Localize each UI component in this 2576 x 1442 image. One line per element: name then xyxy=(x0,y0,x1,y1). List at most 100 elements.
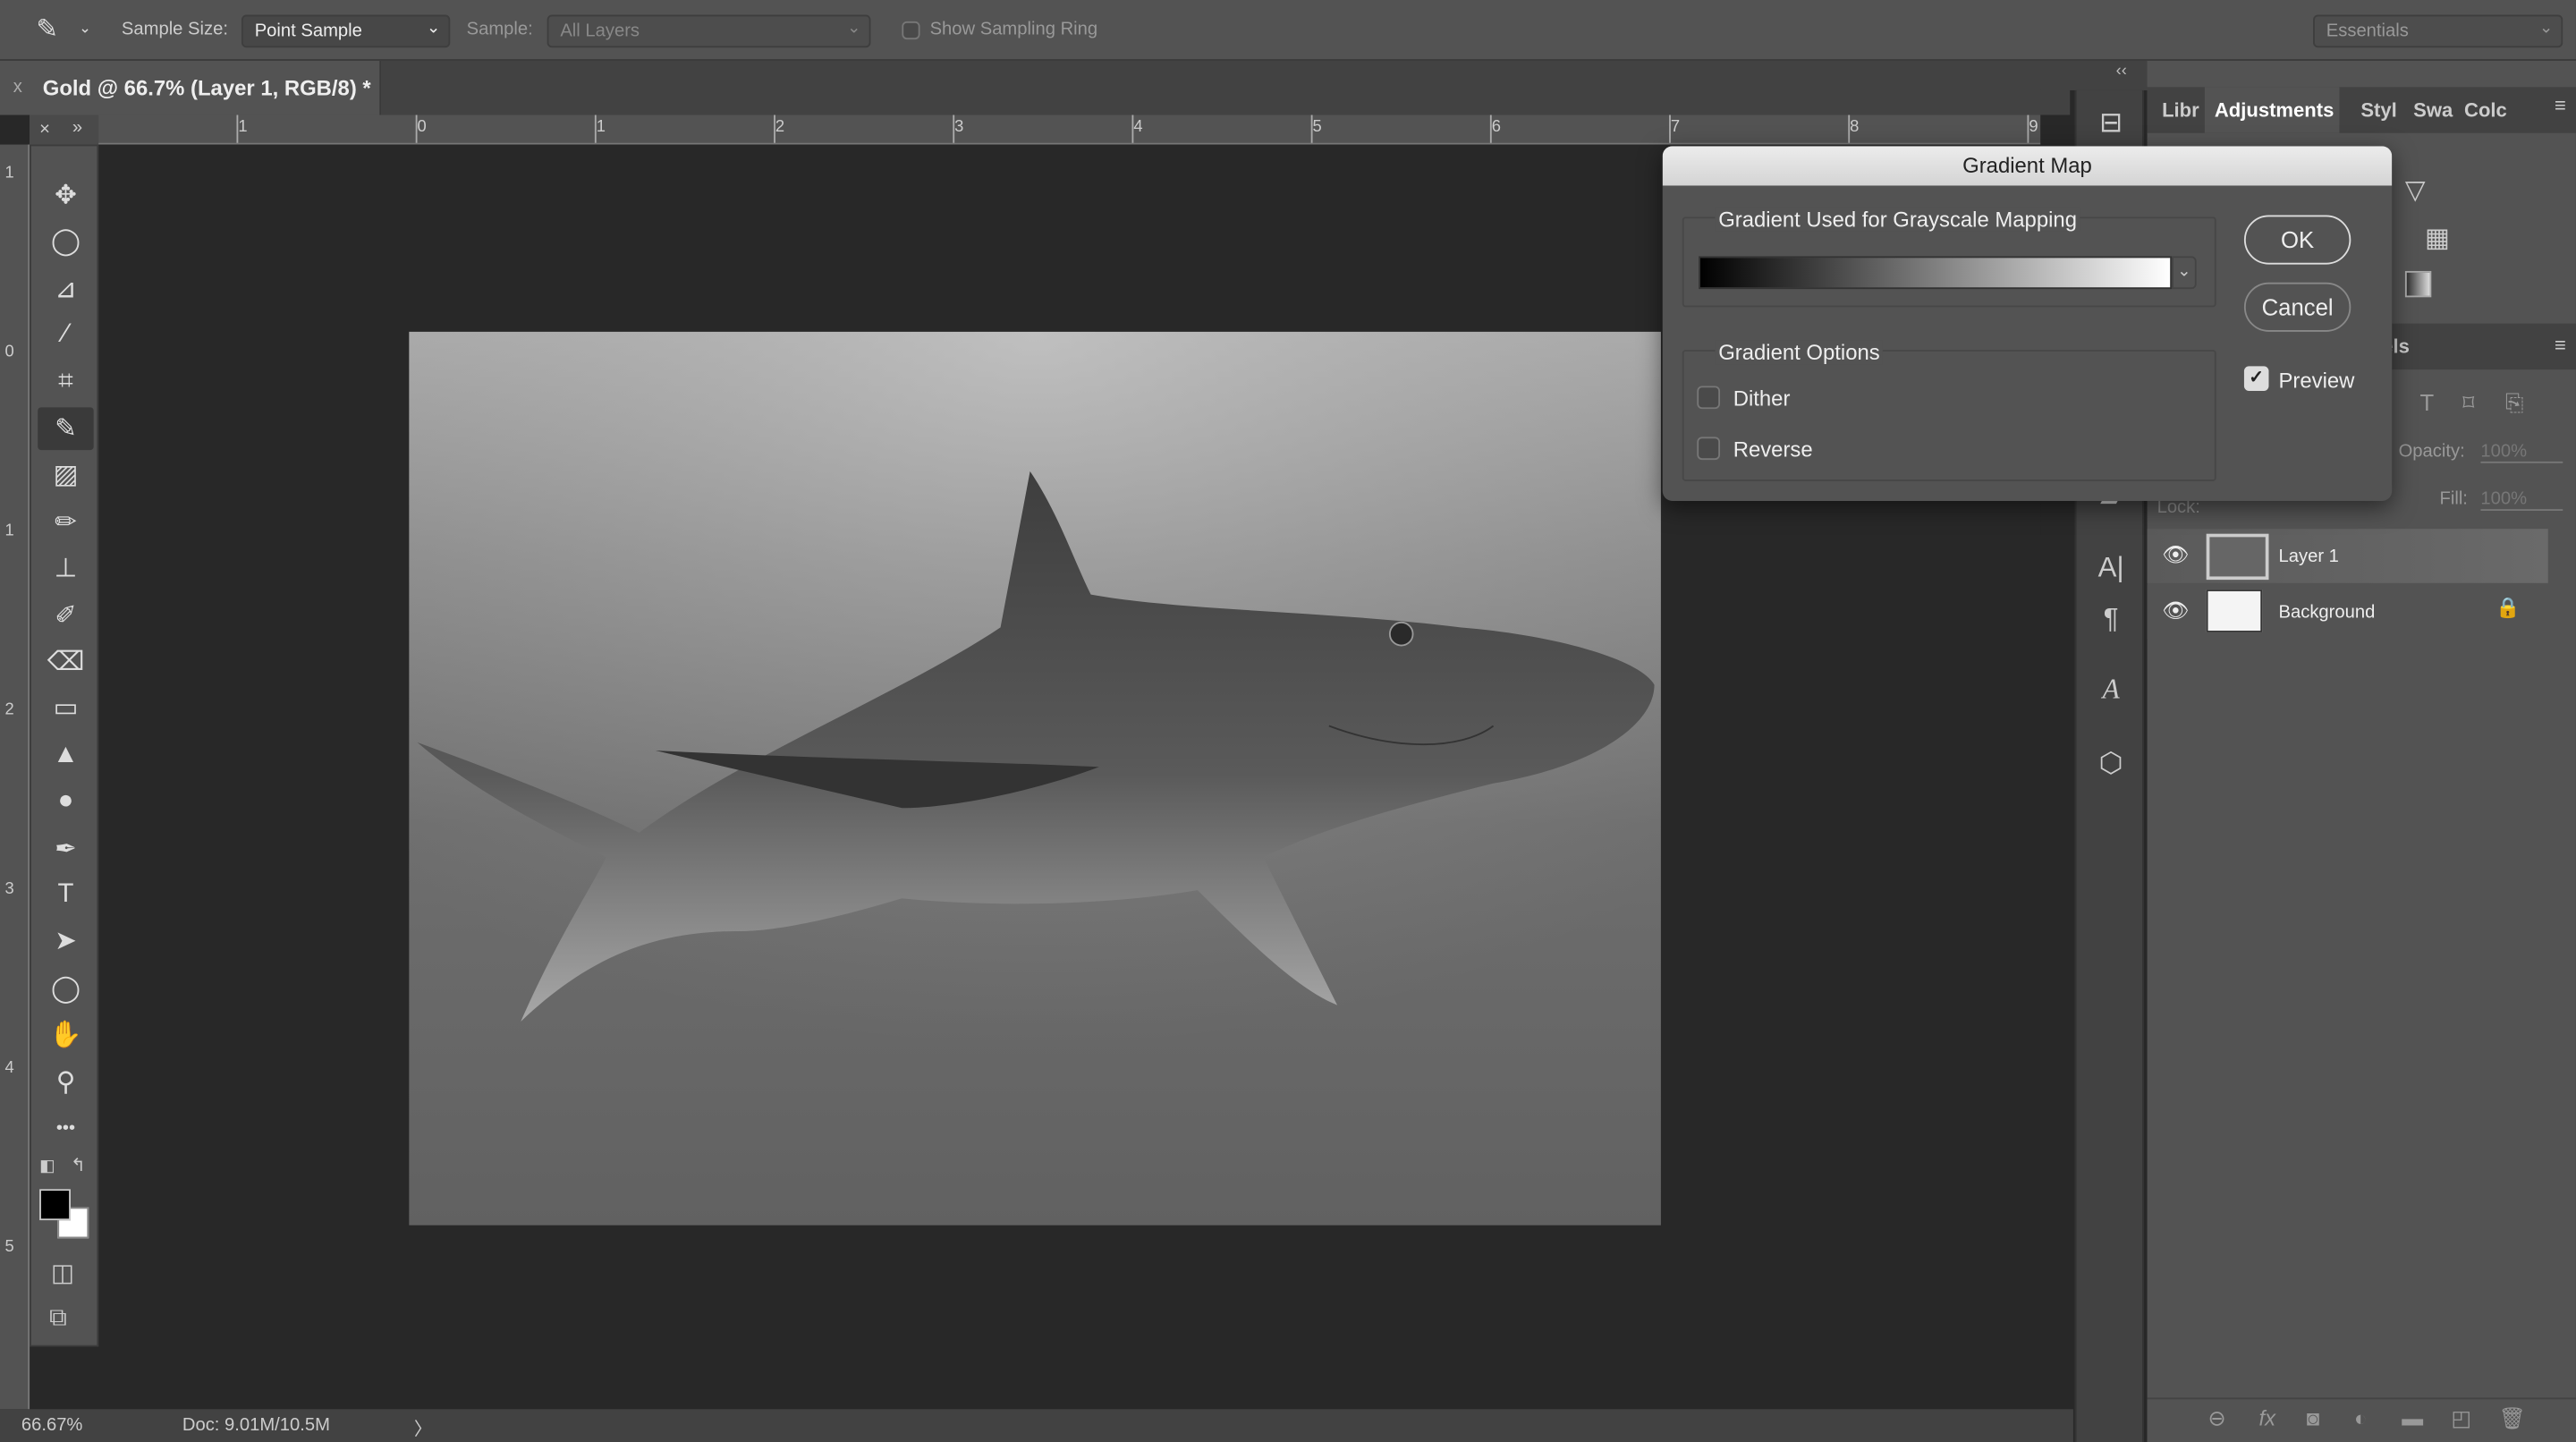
tab-libraries[interactable]: Libr xyxy=(2162,87,2199,132)
tool-dodge-icon[interactable]: ● xyxy=(38,780,93,823)
layer-row-layer-1[interactable]: 👁 Layer 1 xyxy=(2147,529,2548,583)
new-group-icon[interactable]: ▬ xyxy=(2402,1406,2423,1431)
workspace-select[interactable]: Essentials ⌄ xyxy=(2313,14,2563,48)
close-icon[interactable]: × xyxy=(39,120,50,140)
chevron-down-icon[interactable]: ⌄ xyxy=(79,20,91,38)
layer-name[interactable]: Background xyxy=(2279,603,2376,623)
gradient-map-dialog: Gradient Map Gradient Used for Grayscale… xyxy=(1662,146,2393,501)
sample-size-select[interactable]: Point Sample ⌄ xyxy=(241,14,451,48)
glyphs-icon[interactable]: A xyxy=(2077,674,2146,707)
tool-healing-brush-icon[interactable]: ▨ xyxy=(38,454,93,496)
new-layer-icon[interactable]: ◰ xyxy=(2451,1406,2471,1432)
collapse-icon[interactable]: ‹‹ xyxy=(2116,63,2127,81)
layer-name[interactable]: Layer 1 xyxy=(2279,547,2339,566)
type-filter-icon[interactable]: T xyxy=(2419,389,2434,415)
eye-icon[interactable]: 👁 xyxy=(2162,598,2189,623)
adjustment-layer-icon[interactable]: ◐ xyxy=(2354,1406,2367,1431)
show-sampling-ring-checkbox[interactable] xyxy=(902,21,920,40)
tool-brush-icon[interactable]: ✏ xyxy=(38,501,93,544)
swap-colors-icon[interactable]: ↰ xyxy=(71,1155,86,1176)
default-colors-icon[interactable]: ◧ xyxy=(39,1158,55,1175)
delete-layer-icon[interactable]: 🗑 xyxy=(2499,1406,2526,1432)
panel-menu-icon[interactable]: ≡ xyxy=(2555,334,2566,357)
ruler-tick xyxy=(1489,115,1492,143)
tool-path-selection-icon[interactable]: ➤ xyxy=(38,920,93,963)
fx-icon[interactable]: fx xyxy=(2258,1406,2275,1431)
opacity-input[interactable]: 100% xyxy=(2480,442,2563,463)
tools-panel-header: ×» xyxy=(30,115,99,145)
character-icon[interactable]: A| xyxy=(2077,552,2146,585)
preview-checkbox[interactable]: ✓ xyxy=(2243,366,2269,391)
tool-hand-icon[interactable]: ✋ xyxy=(38,1014,93,1056)
sample-size-value: Point Sample xyxy=(254,21,362,41)
tab-styles[interactable]: Styl xyxy=(2360,87,2396,132)
3d-cube-icon[interactable]: ⬡ xyxy=(2077,747,2146,780)
zoom-level[interactable]: 66.67% xyxy=(21,1416,83,1436)
dither-checkbox[interactable] xyxy=(1697,386,1721,410)
vertical-ruler: 1 0 1 2 3 4 5 xyxy=(0,144,30,1410)
tool-eyedropper-icon[interactable]: ✎ xyxy=(38,407,94,451)
tool-elliptical-marquee-icon[interactable]: ◯ xyxy=(38,221,93,264)
ruler-tick xyxy=(1310,115,1313,143)
quick-mask-icon[interactable]: ◫ xyxy=(51,1258,74,1287)
cancel-button[interactable]: Cancel xyxy=(2243,282,2351,332)
document-tab[interactable]: x Gold @ 66.7% (Layer 1, RGB/8) * xyxy=(0,60,382,115)
tool-pen-icon[interactable]: ✒ xyxy=(38,827,93,870)
gradient-map-adjustment-icon[interactable]: ▽ xyxy=(2405,174,2426,208)
reverse-checkbox[interactable] xyxy=(1697,437,1721,461)
tool-clone-stamp-icon[interactable]: ⊥ xyxy=(38,547,93,590)
add-mask-icon[interactable]: ◙ xyxy=(2307,1406,2319,1431)
ruler-tick xyxy=(1848,115,1851,143)
shark-photo xyxy=(409,331,1661,1226)
foreground-color-swatch[interactable] xyxy=(39,1189,71,1221)
gradient-picker-chevron[interactable]: ⌄ xyxy=(2172,256,2197,290)
tab-adjustments[interactable]: Adjustments xyxy=(2215,87,2334,132)
canvas-image[interactable] xyxy=(409,331,1661,1226)
reverse-label: Reverse xyxy=(1733,437,1813,462)
link-layers-icon[interactable]: ⊖ xyxy=(2208,1406,2226,1432)
ruler-label: 7 xyxy=(1670,118,1681,137)
eye-icon[interactable]: 👁 xyxy=(2162,542,2189,568)
layer-row-background[interactable]: 👁 Background 🔒 xyxy=(2147,584,2548,640)
tool-gradient-icon[interactable]: ▭ xyxy=(38,687,93,730)
ruler-label: 5 xyxy=(1312,118,1322,137)
layer-thumbnail xyxy=(2206,590,2263,632)
tool-blur-icon[interactable]: ▲ xyxy=(38,734,93,776)
ok-button[interactable]: OK xyxy=(2243,215,2351,265)
gradient-preview[interactable] xyxy=(1699,256,2173,290)
ruler-label: 1 xyxy=(4,522,14,541)
status-menu-arrow[interactable]: 〉 xyxy=(414,1416,432,1442)
gradient-group-label: Gradient Used for Grayscale Mapping xyxy=(1715,207,2080,232)
tool-move-icon[interactable]: ✥ xyxy=(38,174,93,217)
expand-icon[interactable]: » xyxy=(72,118,82,138)
ruler-tick xyxy=(594,115,597,143)
history-icon[interactable]: ⊟ xyxy=(2077,106,2146,140)
sample-value: All Layers xyxy=(560,21,640,41)
close-tab-button[interactable]: x xyxy=(13,77,22,97)
tool-more-icon[interactable]: ••• xyxy=(38,1107,93,1149)
tool-type-icon[interactable]: T xyxy=(38,874,93,917)
tool-polygonal-lasso-icon[interactable]: ⊿ xyxy=(38,267,93,310)
chevron-down-icon: ⌄ xyxy=(847,20,861,38)
sample-select[interactable]: All Layers ⌄ xyxy=(547,14,871,48)
tool-magic-wand-icon[interactable]: ⁄ xyxy=(38,314,93,357)
tool-crop-icon[interactable]: ⌗ xyxy=(38,360,93,403)
tool-ellipse-icon[interactable]: ◯ xyxy=(38,967,93,1010)
horizontal-ruler: 1 0 1 2 3 4 5 6 7 8 9 xyxy=(30,115,2041,145)
gradient-fill-icon[interactable] xyxy=(2404,270,2432,298)
shape-filter-icon[interactable]: ⌑ xyxy=(2462,389,2474,417)
tool-zoom-icon[interactable]: ⚲ xyxy=(38,1060,93,1103)
paragraph-icon[interactable]: ¶ xyxy=(2077,603,2146,636)
screen-mode-icon[interactable]: ⧉ xyxy=(49,1304,67,1332)
tool-eraser-icon[interactable]: ⌫ xyxy=(38,640,93,683)
tool-history-brush-icon[interactable]: ✐ xyxy=(38,594,93,637)
fill-input[interactable]: 100% xyxy=(2480,489,2563,511)
panel-menu-icon[interactable]: ≡ xyxy=(2555,94,2566,117)
tab-color[interactable]: Colc xyxy=(2464,87,2507,132)
smart-object-filter-icon[interactable]: ⎘ xyxy=(2505,389,2524,417)
eyedropper-icon[interactable]: ✎ xyxy=(36,13,58,47)
ruler-label: 2 xyxy=(775,118,785,137)
tab-swatches[interactable]: Swa xyxy=(2413,87,2453,132)
ruler-label: 9 xyxy=(2029,118,2038,137)
color-lookup-icon[interactable]: ▦ xyxy=(2425,222,2450,255)
